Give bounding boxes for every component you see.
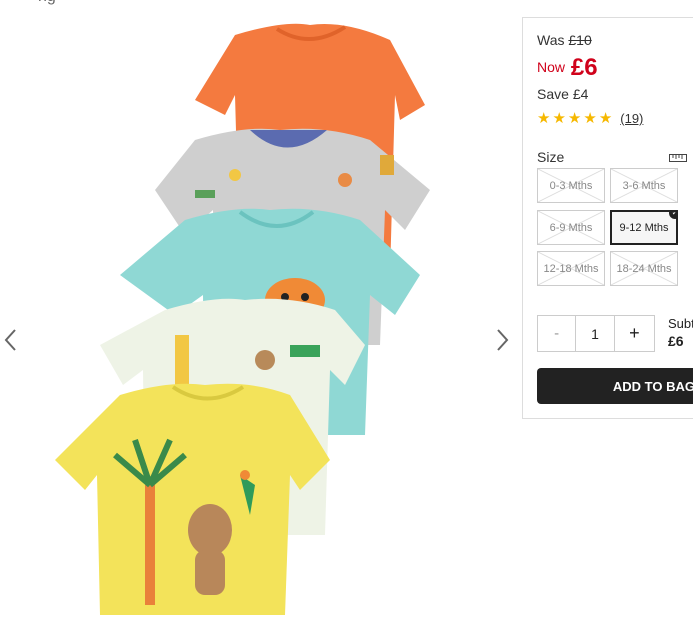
size-option-label: 6-9 Mths — [549, 221, 593, 234]
purchase-panel: Was £10 Now £6 Save £4 ★ ★ ★ ★ ★ (19) Si… — [522, 17, 693, 419]
star-rating[interactable]: ★ ★ ★ ★ ★ (19) — [537, 111, 643, 126]
size-option-label: 3-6 Mths — [622, 179, 666, 192]
chevron-left-icon — [4, 329, 16, 351]
chevron-right-icon — [497, 329, 509, 351]
quantity-stepper: - 1 + — [537, 315, 655, 352]
size-label: Size — [537, 149, 565, 165]
size-option-label: 9-12 Mths — [619, 221, 669, 234]
quantity-decrease-button[interactable]: - — [538, 316, 577, 351]
subtotal: Subt £6 — [668, 316, 693, 349]
check-icon: ✓ — [669, 212, 676, 219]
save-value: £4 — [572, 86, 589, 102]
star-icon: ★ — [598, 110, 613, 127]
subtotal-label: Subt — [668, 316, 693, 331]
star-icon: ★ — [583, 110, 597, 127]
yellow-tshirt — [55, 383, 330, 615]
quantity-input[interactable]: 1 — [576, 316, 613, 351]
size-option-label: 0-3 Mths — [549, 179, 593, 192]
was-amount: £10 — [568, 32, 592, 48]
size-option-9-12[interactable]: 9-12 Mths ✓ — [610, 210, 678, 245]
was-price: Was £10 — [537, 32, 592, 48]
size-option-3-6[interactable]: 3-6 Mths — [610, 168, 678, 203]
now-price: Now £6 — [537, 54, 598, 82]
product-image-tshirt-pack — [55, 23, 430, 615]
now-amount: £6 — [570, 54, 598, 81]
product-gallery — [0, 0, 515, 620]
size-option-label: 12-18 Mths — [543, 262, 599, 275]
size-option-6-9[interactable]: 6-9 Mths — [537, 210, 605, 245]
size-option-18-24[interactable]: 18-24 Mths — [610, 251, 678, 286]
quantity-increase-button[interactable]: + — [613, 316, 654, 351]
gallery-next-button[interactable] — [491, 325, 513, 355]
size-option-12-18[interactable]: 12-18 Mths — [537, 251, 605, 286]
size-option-0-3[interactable]: 0-3 Mths — [537, 168, 605, 203]
star-icon: ★ — [537, 110, 551, 127]
was-label: Was — [537, 32, 565, 48]
ruler-icon[interactable] — [669, 153, 687, 163]
star-icon: ★ — [552, 110, 566, 127]
now-label: Now — [537, 59, 566, 75]
subtotal-amount: £6 — [668, 333, 684, 349]
review-count-link[interactable]: (19) — [620, 111, 643, 126]
add-to-bag-button[interactable]: ADD TO BAG — [537, 368, 693, 404]
save-label: Save — [537, 86, 569, 102]
star-icon: ★ — [567, 110, 582, 127]
save-amount: Save £4 — [537, 86, 588, 102]
gallery-prev-button[interactable] — [0, 325, 22, 355]
size-option-label: 18-24 Mths — [616, 262, 672, 275]
